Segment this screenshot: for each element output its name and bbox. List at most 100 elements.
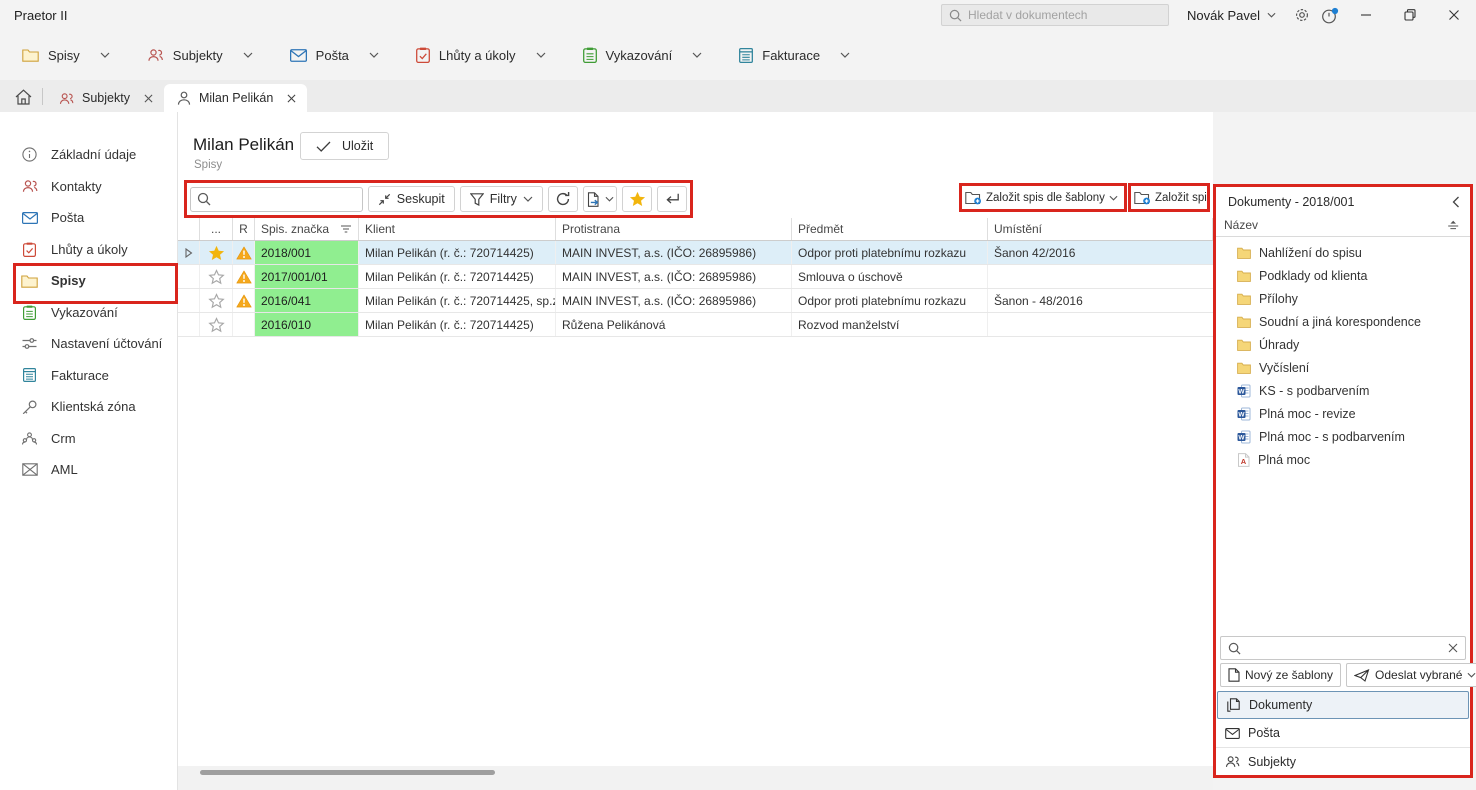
- umisteni-cell[interactable]: Šanon - 48/2016: [988, 289, 1213, 312]
- menu-subjekty[interactable]: Subjekty: [147, 48, 253, 63]
- settings-button[interactable]: [1288, 0, 1316, 30]
- home-tab-button[interactable]: [6, 83, 40, 111]
- minimize-button[interactable]: [1344, 0, 1388, 30]
- create-file-button[interactable]: Založit spis: [1131, 186, 1207, 209]
- star-filled-icon[interactable]: [208, 245, 225, 261]
- list-item[interactable]: APlná moc: [1216, 448, 1470, 471]
- close-tab-icon[interactable]: [144, 94, 153, 103]
- umisteni-cell[interactable]: [988, 265, 1213, 288]
- umisteni-cell[interactable]: Šanon 42/2016: [988, 241, 1213, 264]
- list-item[interactable]: Podklady od klienta: [1216, 264, 1470, 287]
- global-search-input[interactable]: [968, 8, 1161, 22]
- klient-cell[interactable]: Milan Pelikán (r. č.: 720714425): [359, 265, 556, 288]
- klient-cell[interactable]: Milan Pelikán (r. č.: 720714425): [359, 241, 556, 264]
- list-item[interactable]: Soudní a jiná korespondence: [1216, 310, 1470, 333]
- star-outline-icon[interactable]: [208, 293, 225, 309]
- table-row[interactable]: 2017/001/01 Milan Pelikán (r. č.: 720714…: [178, 265, 1213, 289]
- menu-posta[interactable]: Pošta: [290, 48, 379, 63]
- list-item[interactable]: WPlná moc - s podbarvením: [1216, 425, 1470, 448]
- protistrana-cell[interactable]: MAIN INVEST, a.s. (IČO: 26895986): [556, 265, 792, 288]
- sidebar-item-spisy[interactable]: Spisy: [0, 265, 177, 297]
- predmet-column-header[interactable]: Předmět: [792, 218, 988, 240]
- sidebar-item-vykazovani[interactable]: Vykazování: [0, 297, 177, 329]
- star-cell[interactable]: [200, 313, 233, 336]
- close-tab-icon[interactable]: [287, 94, 296, 103]
- close-button[interactable]: [1432, 0, 1476, 30]
- predmet-cell[interactable]: Odpor proti platebnímu rozkazu: [792, 241, 988, 264]
- star-cell[interactable]: [200, 265, 233, 288]
- expand-arrow-icon[interactable]: [185, 248, 193, 258]
- list-item[interactable]: WPlná moc - revize: [1216, 402, 1470, 425]
- predmet-cell[interactable]: Odpor proti platebnímu rozkazu: [792, 289, 988, 312]
- sort-ascending-icon[interactable]: [1447, 220, 1460, 230]
- sidebar-item-aml[interactable]: AML: [0, 454, 177, 486]
- clear-search-icon[interactable]: [1448, 643, 1458, 653]
- create-from-template-button[interactable]: Založit spis dle šablony: [962, 186, 1124, 209]
- sidebar-item-nastaveni-uctovani[interactable]: Nastavení účtování: [0, 328, 177, 360]
- table-row[interactable]: 2018/001 Milan Pelikán (r. č.: 720714425…: [178, 241, 1213, 265]
- filters-button[interactable]: Filtry: [460, 186, 543, 212]
- klient-cell[interactable]: Milan Pelikán (r. č.: 720714425, sp.zn: [359, 289, 556, 312]
- sidebar-item-lhuty-a-ukoly[interactable]: Lhůty a úkoly: [0, 234, 177, 266]
- umisteni-column-header[interactable]: Umístění: [988, 218, 1213, 240]
- protistrana-column-header[interactable]: Protistrana: [556, 218, 792, 240]
- menu-vykazovani[interactable]: Vykazování: [583, 47, 703, 63]
- list-item[interactable]: Úhrady: [1216, 333, 1470, 356]
- spis-znacka-column-header[interactable]: Spis. značka: [255, 218, 359, 240]
- collapse-panel-icon[interactable]: [1452, 196, 1460, 208]
- filter-lines-icon[interactable]: [340, 224, 352, 234]
- documents-search-input[interactable]: [1247, 641, 1442, 655]
- predmet-cell[interactable]: Smlouva o úschově: [792, 265, 988, 288]
- table-search-input[interactable]: [216, 192, 356, 206]
- menu-lhuty-a-ukoly[interactable]: Lhůty a úkoly: [416, 47, 546, 63]
- star-outline-icon[interactable]: [208, 269, 225, 285]
- save-button[interactable]: Uložit: [300, 132, 389, 160]
- spis-znacka-cell[interactable]: 2016/010: [255, 313, 359, 336]
- notifications-button[interactable]: [1316, 0, 1344, 30]
- menu-spisy[interactable]: Spisy: [22, 48, 110, 63]
- documents-search[interactable]: [1220, 636, 1466, 660]
- export-button[interactable]: [583, 186, 617, 212]
- documents-column-header[interactable]: Název: [1216, 214, 1470, 237]
- user-menu[interactable]: Novák Pavel: [1187, 8, 1276, 23]
- star-column-header[interactable]: ...: [200, 218, 233, 240]
- protistrana-cell[interactable]: MAIN INVEST, a.s. (IČO: 26895986): [556, 289, 792, 312]
- sidebar-item-posta[interactable]: Pošta: [0, 202, 177, 234]
- spis-znacka-cell[interactable]: 2016/041: [255, 289, 359, 312]
- protistrana-cell[interactable]: MAIN INVEST, a.s. (IČO: 26895986): [556, 241, 792, 264]
- list-item[interactable]: Nahlížení do spisu: [1216, 241, 1470, 264]
- star-cell[interactable]: [200, 289, 233, 312]
- tab-subjekty[interactable]: Subjekty: [46, 84, 164, 112]
- global-search[interactable]: [941, 4, 1169, 26]
- panel-nav-dokumenty[interactable]: Dokumenty: [1217, 691, 1469, 719]
- list-item[interactable]: Vyčíslení: [1216, 356, 1470, 379]
- panel-nav-subjekty[interactable]: Subjekty: [1216, 747, 1470, 775]
- spis-znacka-cell[interactable]: 2018/001: [255, 241, 359, 264]
- table-row[interactable]: 2016/010 Milan Pelikán (r. č.: 720714425…: [178, 313, 1213, 337]
- sidebar-item-kontakty[interactable]: Kontakty: [0, 171, 177, 203]
- sidebar-item-klientska-zona[interactable]: Klientská zóna: [0, 391, 177, 423]
- restore-button[interactable]: [1388, 0, 1432, 30]
- refresh-button[interactable]: [548, 186, 578, 212]
- table-row[interactable]: 2016/041 Milan Pelikán (r. č.: 720714425…: [178, 289, 1213, 313]
- sidebar-item-crm[interactable]: Crm: [0, 423, 177, 455]
- group-button[interactable]: Seskupit: [368, 186, 455, 212]
- star-outline-icon[interactable]: [208, 317, 225, 333]
- sidebar-item-zakladni-udaje[interactable]: Základní údaje: [0, 139, 177, 171]
- klient-column-header[interactable]: Klient: [359, 218, 556, 240]
- predmet-cell[interactable]: Rozvod manželství: [792, 313, 988, 336]
- send-selected-button[interactable]: Odeslat vybrané: [1346, 663, 1476, 687]
- r-column-header[interactable]: R: [233, 218, 255, 240]
- table-search[interactable]: [190, 187, 363, 212]
- expand-cell[interactable]: [178, 241, 200, 264]
- protistrana-cell[interactable]: Růžena Pelikánová: [556, 313, 792, 336]
- panel-nav-posta[interactable]: Pošta: [1216, 719, 1470, 747]
- favorites-button[interactable]: [622, 186, 652, 212]
- enter-button[interactable]: [657, 186, 687, 212]
- new-from-template-button[interactable]: Nový ze šablony: [1220, 663, 1341, 687]
- list-item[interactable]: Přílohy: [1216, 287, 1470, 310]
- tab-milan-pelikan[interactable]: Milan Pelikán: [164, 84, 307, 112]
- spis-znacka-cell[interactable]: 2017/001/01: [255, 265, 359, 288]
- list-item[interactable]: WKS - s podbarvením: [1216, 379, 1470, 402]
- sidebar-item-fakturace[interactable]: Fakturace: [0, 360, 177, 392]
